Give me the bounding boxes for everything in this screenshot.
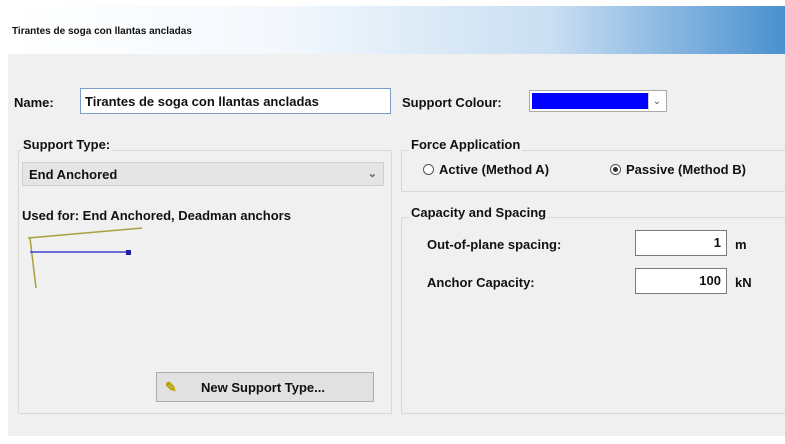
new-support-type-label: New Support Type... <box>201 379 325 395</box>
support-type-label: Support Type: <box>21 137 113 152</box>
chevron-down-icon[interactable]: ⌄ <box>648 92 665 110</box>
wall-line <box>29 237 37 289</box>
support-colour-label: Support Colour: <box>402 95 502 110</box>
colour-swatch <box>532 93 648 109</box>
ground-surface-line <box>27 227 143 239</box>
radio-passive-label: Passive (Method B) <box>626 162 746 177</box>
pencil-icon: ✎ <box>165 378 177 395</box>
radio-active-label: Active (Method A) <box>439 162 550 177</box>
spacing-label: Out-of-plane spacing: <box>427 237 562 252</box>
support-properties-dialog: Tirantes de soga con llantas ancladas Na… <box>8 6 785 436</box>
radio-button-selected <box>610 164 621 175</box>
anchor-capacity-unit: kN <box>735 275 752 290</box>
name-input[interactable]: Tirantes de soga con llantas ancladas <box>80 88 391 114</box>
anchor-end <box>126 250 131 255</box>
spacing-unit: m <box>735 237 747 252</box>
support-type-value: End Anchored <box>29 166 118 182</box>
anchor-capacity-label: Anchor Capacity: <box>427 275 535 290</box>
used-for-text: Used for: End Anchored, Deadman anchors <box>22 208 291 223</box>
new-support-type-button[interactable]: ✎ New Support Type... <box>156 372 374 402</box>
capacity-spacing-label: Capacity and Spacing <box>409 205 549 220</box>
spacing-input[interactable]: 1 <box>635 230 727 256</box>
support-type-select[interactable]: End Anchored ⌄ <box>22 162 384 186</box>
title-bar: Tirantes de soga con llantas ancladas <box>8 6 785 54</box>
anchor-preview-icon <box>27 227 143 289</box>
radio-button <box>423 164 434 175</box>
force-application-label: Force Application <box>409 137 523 152</box>
support-colour-picker[interactable]: ⌄ <box>529 90 667 112</box>
radio-active-method-a[interactable]: Active (Method A) <box>423 162 549 177</box>
anchor-capacity-input[interactable]: 100 <box>635 268 727 294</box>
window-title: Tirantes de soga con llantas ancladas <box>12 26 192 37</box>
radio-passive-method-b[interactable]: Passive (Method B) <box>610 162 746 177</box>
chevron-down-icon: ⌄ <box>367 168 377 180</box>
name-label: Name: <box>14 95 54 110</box>
